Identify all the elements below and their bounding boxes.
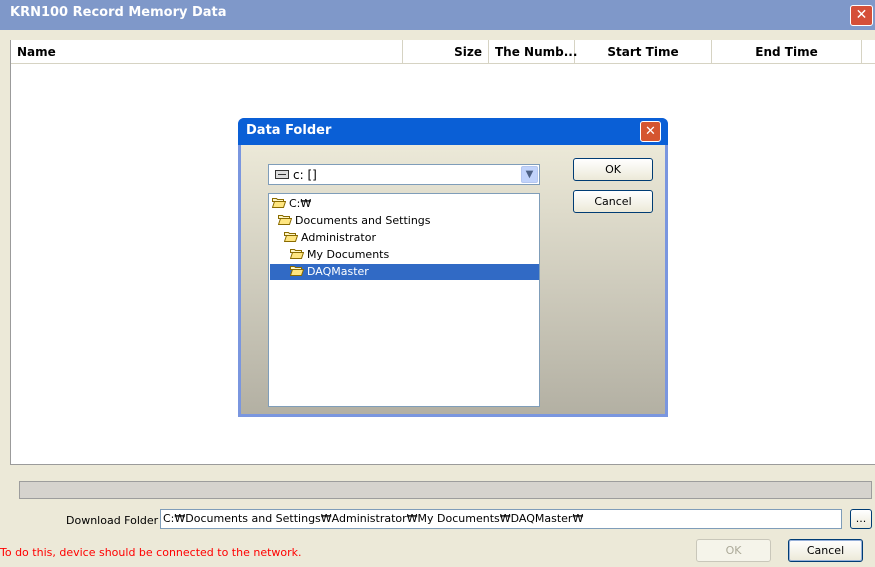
tree-item-administrator[interactable]: Administrator	[284, 230, 376, 246]
tree-item-label: DAQMaster	[307, 265, 369, 278]
dialog-cancel-button[interactable]: Cancel	[573, 190, 653, 213]
window-title: KRN100 Record Memory Data	[10, 5, 227, 20]
status-message: To do this, device should be connected t…	[0, 546, 302, 559]
open-folder-icon	[284, 232, 298, 242]
column-header-start-time[interactable]: Start Time	[575, 40, 712, 64]
folder-tree[interactable]: C:₩ Documents and Settings Administrator…	[268, 193, 540, 407]
column-header-end-time[interactable]: End Time	[712, 40, 862, 64]
column-header-number[interactable]: The Numb...	[489, 40, 577, 64]
column-header-name[interactable]: Name	[11, 40, 403, 64]
browse-button[interactable]: ...	[850, 509, 872, 529]
dialog-title-bar: Data Folder ✕	[238, 118, 668, 145]
drive-select[interactable]: c: [] ▼	[268, 164, 540, 185]
tree-item-label: C:₩	[289, 197, 312, 210]
dialog-ok-button[interactable]: OK	[573, 158, 653, 181]
drive-icon	[275, 170, 289, 179]
tree-item-label: Documents and Settings	[295, 214, 431, 227]
column-header-size[interactable]: Size	[403, 40, 489, 64]
dialog-body: c: [] ▼ C:₩ Documents and Settings Admin…	[241, 145, 665, 414]
tree-item-label: Administrator	[301, 231, 376, 244]
progress-bar	[19, 481, 872, 499]
data-folder-dialog: Data Folder ✕ c: [] ▼ C:₩ Documents and …	[238, 118, 668, 417]
list-header: Name Size The Numb... Start Time End Tim…	[11, 40, 875, 64]
download-folder-input[interactable]: C:₩Documents and Settings₩Administrator₩…	[160, 509, 842, 529]
open-folder-icon	[290, 249, 304, 259]
open-folder-icon	[272, 198, 286, 208]
tree-item-my-documents[interactable]: My Documents	[290, 247, 389, 263]
dialog-title: Data Folder	[246, 123, 332, 138]
tree-item-documents-and-settings[interactable]: Documents and Settings	[278, 213, 431, 229]
tree-item-c-drive[interactable]: C:₩	[272, 196, 311, 212]
ok-button[interactable]: OK	[696, 539, 771, 562]
drive-value: c: []	[293, 168, 317, 182]
window-close-icon[interactable]: ✕	[850, 5, 873, 26]
open-folder-icon	[278, 215, 292, 225]
cancel-button[interactable]: Cancel	[788, 539, 863, 562]
tree-item-label: My Documents	[307, 248, 390, 261]
chevron-down-icon[interactable]: ▼	[521, 166, 538, 183]
download-folder-label: Download Folder	[66, 514, 159, 527]
open-folder-icon	[290, 266, 304, 276]
tree-item-daqmaster[interactable]: DAQMaster	[270, 264, 539, 280]
dialog-close-icon[interactable]: ✕	[640, 121, 661, 142]
window-title-bar: KRN100 Record Memory Data ✕	[0, 0, 875, 30]
